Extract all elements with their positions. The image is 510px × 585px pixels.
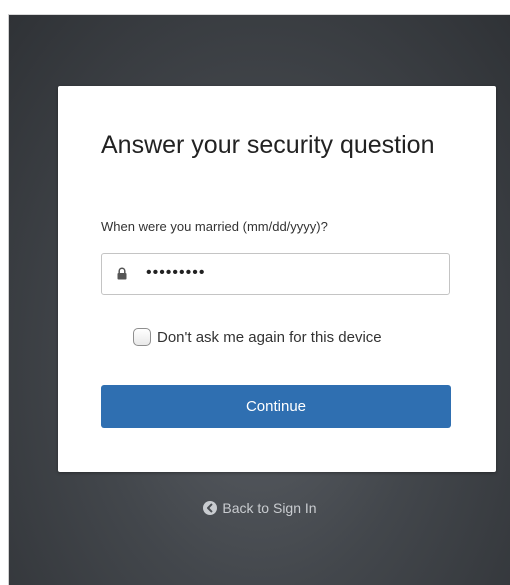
continue-button[interactable]: Continue [101,385,451,428]
security-question-label: When were you married (mm/dd/yyyy)? [101,219,328,234]
page-title: Answer your security question [101,131,435,159]
lock-icon [117,267,127,280]
security-question-card: Answer your security question When were … [58,86,496,472]
remember-device-option[interactable]: Don't ask me again for this device [133,326,382,348]
remember-device-checkbox[interactable] [133,328,151,346]
back-to-sign-in-link[interactable]: Back to Sign In [9,500,510,516]
answer-value: ••••••••• [146,264,206,281]
page-background: Answer your security question When were … [8,14,510,585]
answer-input[interactable]: ••••••••• [101,253,450,295]
left-arrow-circle-icon [203,501,218,515]
remember-device-label: Don't ask me again for this device [157,328,382,346]
back-to-sign-in-label: Back to Sign In [222,500,317,516]
